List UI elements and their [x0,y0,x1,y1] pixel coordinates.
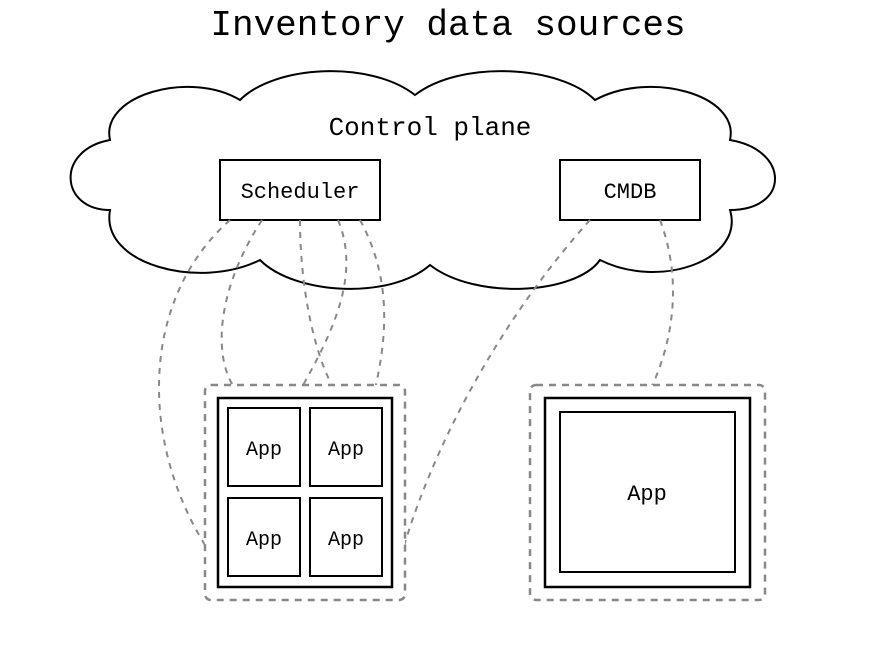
conn-scheduler-app1 [300,220,346,405]
conn-cmdb-righthost [650,220,673,390]
left-app-2-label: App [246,529,282,552]
right-app-0-label: App [627,482,667,507]
left-app-3-label: App [328,529,364,552]
scheduler-box: Scheduler [220,160,380,220]
conn-scheduler-app0 [222,220,262,405]
scheduler-label: Scheduler [241,180,360,205]
cmdb-box: CMDB [560,160,700,220]
left-app-0-label: App [246,439,282,462]
right-host: App [530,385,765,600]
diagram-canvas: Inventory data sources Control plane Sch… [0,0,896,645]
cmdb-label: CMDB [604,180,657,205]
diagram-title: Inventory data sources [210,5,685,46]
left-host: App App App App [205,385,405,600]
left-app-1-label: App [328,439,364,462]
control-plane-label: Control plane [329,113,532,143]
